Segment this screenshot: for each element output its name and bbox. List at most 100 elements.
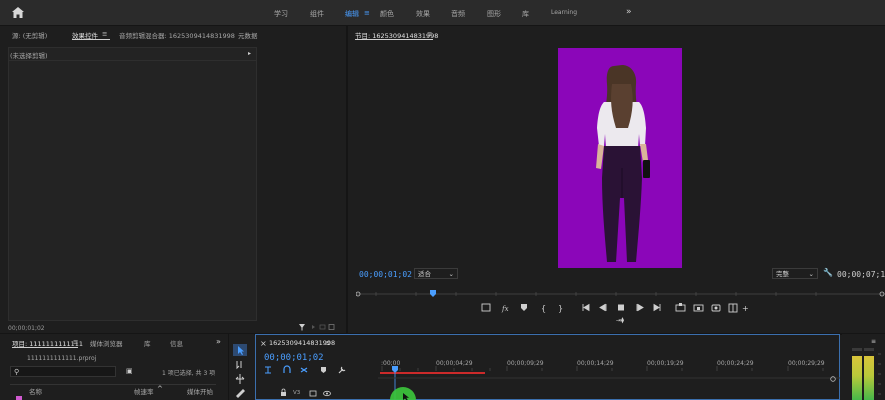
work-area-bar[interactable]: [380, 372, 485, 374]
eye-icon[interactable]: [323, 390, 331, 397]
clip-header: (未选择剪辑): [10, 52, 48, 60]
effect-controls-footer-icons: [299, 324, 335, 331]
comparison-view-icon[interactable]: [728, 303, 738, 313]
column-header-media-start[interactable]: 媒体开始: [187, 386, 213, 396]
project-search-input[interactable]: ⚲: [10, 366, 116, 377]
tab-audio-clip-mixer[interactable]: 音频剪辑混合器: 1625309414831998: [119, 30, 235, 40]
play-audio-icon[interactable]: [312, 325, 315, 329]
svg-text:fx: fx: [501, 305, 509, 313]
program-playhead[interactable]: [430, 290, 436, 297]
loop-icon[interactable]: [319, 324, 326, 330]
column-header-frame-rate[interactable]: 帧速率: [134, 386, 154, 396]
timeline-timecode[interactable]: 00;00;01;02: [264, 353, 324, 363]
snap-icon[interactable]: [283, 365, 291, 373]
step-back-icon[interactable]: [599, 303, 607, 312]
marker-icon[interactable]: [521, 304, 527, 311]
playback-quality-value: 完整: [776, 270, 789, 278]
meters-menu-icon[interactable]: ≡: [871, 338, 876, 345]
column-header-name[interactable]: 名称: [29, 386, 42, 396]
woman-figure-image: [596, 65, 650, 262]
tab-menu-icon[interactable]: ≡: [73, 338, 78, 346]
svg-text:+: +: [742, 304, 749, 313]
toggle-sync-icon[interactable]: [309, 390, 317, 397]
divider: [10, 384, 216, 385]
mark-in-icon[interactable]: {: [541, 304, 546, 313]
step-forward-icon[interactable]: [636, 303, 644, 312]
active-tab-indicator: [72, 39, 110, 40]
divider: [8, 60, 257, 61]
active-tab-indicator: [12, 347, 78, 348]
lock-track-icon[interactable]: [281, 388, 286, 396]
tab-effects[interactable]: 效果: [416, 9, 430, 19]
add-marker-icon[interactable]: [481, 303, 491, 312]
export-frame-icon[interactable]: [711, 304, 721, 312]
tools-strip: [233, 344, 247, 398]
selection-status: 1 项已选择, 共 3 项: [162, 370, 216, 377]
tab-audio[interactable]: 音频: [451, 9, 465, 19]
extract-icon[interactable]: [693, 304, 704, 312]
effect-controls-timecode: 00;00;01;02: [8, 325, 45, 332]
program-timecode[interactable]: 00;00;01;02: [359, 270, 412, 279]
tab-learning[interactable]: Learning: [551, 9, 577, 16]
fx-icon[interactable]: fx: [501, 305, 509, 313]
tab-source[interactable]: 源: (无剪辑): [12, 30, 47, 40]
program-time-ruler[interactable]: [356, 290, 885, 298]
stop-icon[interactable]: [618, 304, 624, 311]
effect-controls-area: [8, 47, 257, 321]
linked-selection-icon[interactable]: [300, 367, 308, 373]
tab-libraries[interactable]: 库: [522, 9, 529, 19]
lift-icon[interactable]: [675, 303, 686, 312]
mark-out-icon[interactable]: }: [558, 304, 563, 313]
workspace-bar: 学习 组件 编辑 ≡ 颜色 效果 音频 图形 库 Learning »: [0, 0, 885, 26]
sequence-menu-icon[interactable]: ≡: [325, 339, 330, 347]
tab-learn[interactable]: 学习: [274, 9, 288, 19]
razor-tool-icon[interactable]: [236, 389, 245, 398]
button-editor-icon[interactable]: +: [742, 304, 749, 313]
tab-info[interactable]: 信息: [170, 338, 183, 348]
track-select-tool-icon[interactable]: [236, 361, 242, 370]
insert-nest-icon[interactable]: [265, 366, 271, 374]
timeline-playhead[interactable]: [392, 366, 398, 373]
expand-arrow-icon[interactable]: ▸: [248, 50, 251, 57]
program-video-frame[interactable]: [558, 48, 682, 268]
chevron-down-icon: ⌄: [448, 270, 454, 278]
tab-metadata[interactable]: 元数据: [238, 30, 258, 40]
timeline-tools: [265, 365, 346, 374]
go-to-out-icon[interactable]: [653, 303, 661, 312]
tab-graphics[interactable]: 图形: [487, 9, 501, 19]
tab-media-browser[interactable]: 媒体浏览器: [90, 338, 123, 348]
workspace-menu-icon[interactable]: ≡: [364, 9, 370, 17]
close-icon[interactable]: ×: [260, 339, 267, 348]
panel-overflow-icon[interactable]: »: [216, 337, 221, 346]
go-to-in-icon[interactable]: [582, 303, 590, 312]
ripple-edit-tool-icon[interactable]: [235, 374, 245, 384]
timeline-settings-icon[interactable]: [338, 366, 346, 374]
selection-tool-icon[interactable]: [233, 344, 247, 356]
tab-libraries[interactable]: 库: [144, 338, 151, 348]
proxy-toggle-icon[interactable]: ⇥⧫: [616, 317, 624, 324]
svg-text:}: }: [558, 304, 563, 313]
add-marker-icon[interactable]: [321, 367, 326, 373]
chevron-down-icon: ⌄: [808, 270, 814, 278]
sort-ascending-icon[interactable]: ^: [157, 385, 163, 393]
tab-assembly[interactable]: 组件: [310, 9, 324, 19]
filter-icon[interactable]: [299, 324, 305, 331]
workspace-overflow-icon[interactable]: »: [626, 7, 632, 17]
sequence-label-color: [16, 396, 22, 400]
playback-quality-dropdown[interactable]: 完整 ⌄: [772, 268, 818, 279]
search-icon: ⚲: [14, 368, 20, 376]
tab-color[interactable]: 颜色: [380, 9, 394, 19]
settings-wrench-icon[interactable]: 🔧: [823, 268, 833, 277]
tab-menu-icon[interactable]: ≡: [102, 30, 107, 38]
project-file-name: 1111111111111.prproj: [27, 355, 97, 362]
svg-text:{: {: [541, 304, 546, 313]
export-icon[interactable]: [328, 324, 335, 330]
home-icon[interactable]: [12, 7, 24, 18]
timeline-ruler-and-tracks[interactable]: [378, 366, 840, 400]
program-menu-icon[interactable]: ≡: [427, 30, 432, 38]
tab-editing[interactable]: 编辑: [345, 9, 359, 19]
transport-controls: fx { } +: [481, 303, 749, 313]
zoom-fit-dropdown[interactable]: 适合 ⌄: [414, 268, 458, 279]
track-name: V3: [293, 390, 301, 396]
new-bin-from-search-icon[interactable]: ▣: [126, 367, 133, 375]
